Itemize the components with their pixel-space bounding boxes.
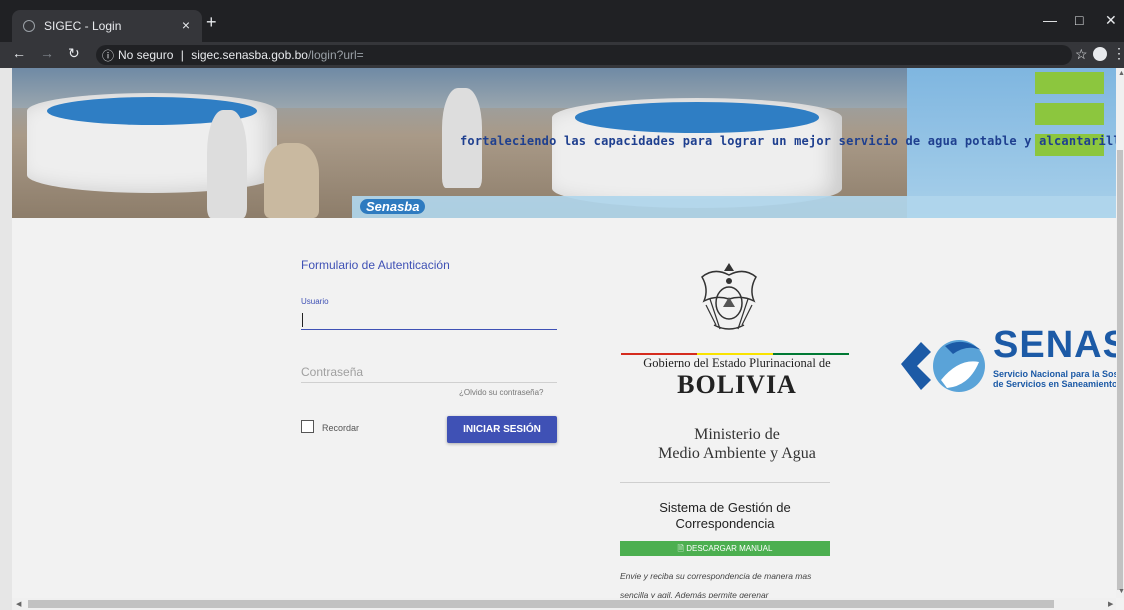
banner-person-2 bbox=[264, 143, 319, 218]
forward-icon[interactable]: → bbox=[40, 45, 54, 61]
tab-close-button[interactable]: × bbox=[182, 17, 190, 33]
url-path: /login?url= bbox=[307, 48, 364, 62]
login-button[interactable]: INICIAR SESIÓN bbox=[447, 416, 557, 443]
document-icon: 🗎 bbox=[677, 544, 687, 553]
new-tab-button[interactable]: + bbox=[206, 12, 217, 33]
flag-tricolor-line bbox=[621, 342, 851, 355]
government-line: Gobierno del Estado Plurinacional de bbox=[643, 356, 831, 370]
back-icon[interactable]: ← bbox=[12, 45, 26, 61]
username-label: Usuario bbox=[301, 297, 329, 306]
remember-label[interactable]: Recordar bbox=[322, 423, 359, 433]
scroll-left-arrow-icon[interactable]: ◀ bbox=[16, 600, 21, 608]
banner-green-bar bbox=[1035, 72, 1104, 94]
senasba-subtitle-1: Servicio Nacional para la Sostenibilidad bbox=[993, 369, 1124, 379]
country-name: BOLIVIA bbox=[677, 370, 797, 399]
form-title: Formulario de Autenticación bbox=[301, 258, 450, 272]
minimize-icon[interactable]: — bbox=[1043, 12, 1057, 28]
screen: SIGEC - Login × + — □ ✕ ← → ↻ ⓘ No segur… bbox=[0, 0, 1124, 610]
maximize-icon[interactable]: □ bbox=[1075, 12, 1083, 28]
page-left-margin bbox=[0, 68, 12, 610]
bookmark-star-icon[interactable]: ☆ bbox=[1075, 46, 1088, 63]
banner-person-1 bbox=[207, 110, 247, 218]
window-close-icon[interactable]: ✕ bbox=[1105, 12, 1117, 29]
forgot-password-link[interactable]: ¿Olvido su contraseña? bbox=[459, 388, 544, 397]
ministry-line-2: Medio Ambiente y Agua bbox=[658, 445, 816, 462]
info-icon[interactable]: ⓘ bbox=[102, 47, 114, 64]
username-input[interactable] bbox=[301, 310, 557, 330]
ministry-line-1: Ministerio de bbox=[694, 426, 780, 443]
ministry-name: Ministerio de Medio Ambiente y Agua bbox=[623, 425, 851, 463]
horizontal-scrollbar-thumb[interactable] bbox=[28, 600, 1054, 608]
menu-kebab-icon[interactable]: ⋮ bbox=[1112, 45, 1124, 62]
password-input[interactable] bbox=[301, 361, 557, 383]
section-divider bbox=[620, 482, 830, 483]
banner-slogan-strip bbox=[352, 196, 1116, 218]
remember-checkbox[interactable] bbox=[301, 420, 314, 433]
download-manual-label: DESCARGAR MANUAL bbox=[686, 544, 773, 553]
system-name-line-1: Sistema de Gestión de bbox=[659, 500, 791, 515]
senasba-emblem-icon bbox=[901, 340, 985, 392]
browser-tab[interactable]: SIGEC - Login × bbox=[12, 10, 202, 42]
system-name-line-2: Correspondencia bbox=[675, 516, 775, 531]
system-name: Sistema de Gestión de Correspondencia bbox=[620, 500, 830, 532]
text-caret bbox=[302, 313, 303, 327]
banner-slogan: fortaleciendo las capacidades para logra… bbox=[460, 134, 1124, 148]
bolivia-coat-of-arms-icon bbox=[701, 263, 757, 330]
url-host: sigec.senasba.gob.bo bbox=[191, 48, 308, 62]
tab-title: SIGEC - Login bbox=[44, 19, 122, 33]
browser-tabstrip: SIGEC - Login × + — □ ✕ bbox=[0, 0, 1124, 42]
globe-icon bbox=[23, 20, 35, 32]
address-bar[interactable]: ⓘ No seguro | sigec.senasba.gob.bo/login… bbox=[96, 45, 1072, 65]
scroll-up-arrow-icon[interactable]: ▲ bbox=[1118, 70, 1124, 77]
senasba-wordmark: SENASBA bbox=[993, 328, 1124, 366]
url-separator: | bbox=[180, 48, 184, 62]
senasba-logo: SENASBA Servicio Nacional para la Sosten… bbox=[897, 328, 1124, 398]
reload-icon[interactable]: ↻ bbox=[68, 45, 80, 62]
banner-green-bar bbox=[1035, 103, 1104, 125]
account-icon[interactable] bbox=[1093, 47, 1107, 61]
banner-senasba-logo: Senasba bbox=[360, 199, 426, 214]
senasba-subtitle-2: de Servicios en Saneamiento Básico bbox=[993, 379, 1124, 389]
scroll-right-arrow-icon[interactable]: ▶ bbox=[1108, 600, 1113, 608]
banner-tank-right bbox=[552, 98, 842, 208]
browser-toolbar: ← → ↻ ⓘ No seguro | sigec.senasba.gob.bo… bbox=[0, 42, 1124, 68]
scroll-down-arrow-icon[interactable]: ▼ bbox=[1118, 588, 1124, 595]
security-label: No seguro bbox=[118, 48, 174, 62]
vertical-scrollbar-thumb[interactable] bbox=[1117, 150, 1123, 590]
download-manual-button[interactable]: 🗎 DESCARGAR MANUAL bbox=[620, 541, 830, 556]
url-text: No seguro | sigec.senasba.gob.bo/login?u… bbox=[118, 48, 364, 62]
